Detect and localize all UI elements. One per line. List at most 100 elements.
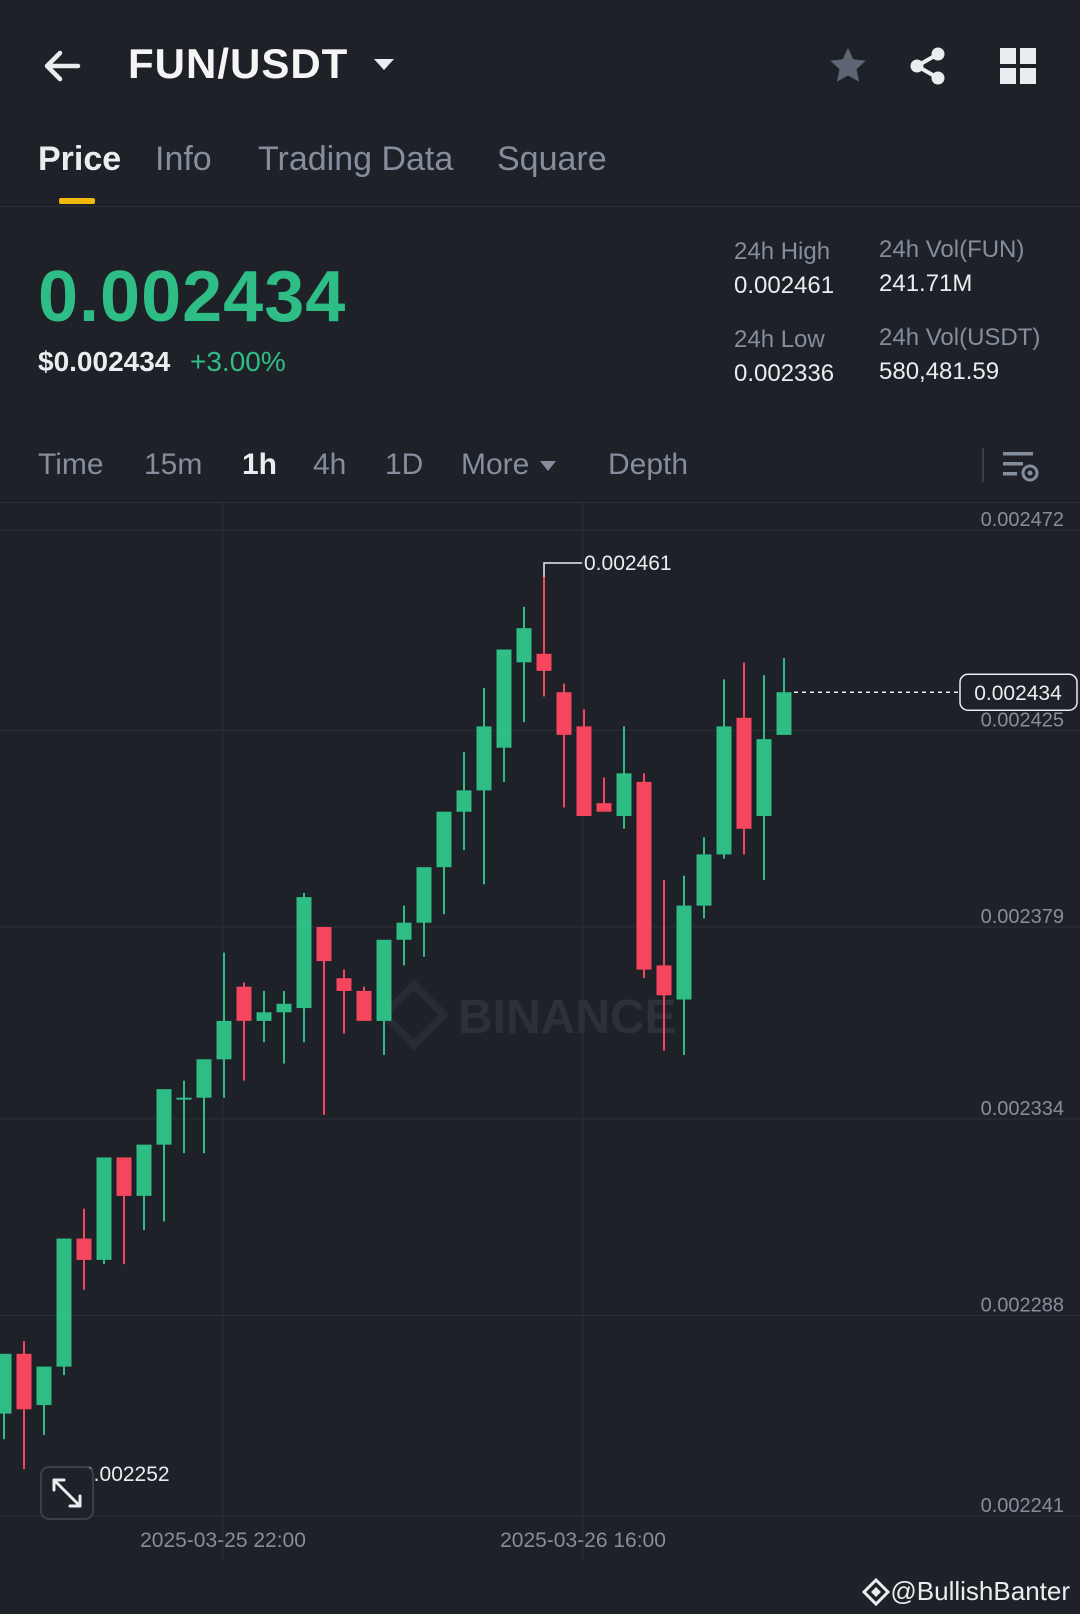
tab-info[interactable]: Info: [155, 140, 212, 179]
candle: [636, 773, 652, 979]
candle: [316, 926, 332, 1115]
more-caret-icon[interactable]: [539, 460, 557, 472]
interval-4h[interactable]: 4h: [313, 448, 346, 482]
candle-body: [276, 1003, 292, 1013]
candle: [696, 837, 712, 919]
y-tick-label: 0.002379: [981, 906, 1064, 928]
vol-base-value: 241.71M: [879, 270, 973, 297]
candle: [676, 875, 692, 1056]
candle: [136, 1144, 152, 1231]
watermark-text: BINANCE: [458, 991, 677, 1044]
last-price-tag-label: 0.002434: [974, 682, 1062, 705]
candle: [116, 1157, 132, 1265]
y-tick-label: 0.002472: [981, 509, 1064, 531]
candle: [76, 1208, 92, 1290]
y-tick-label: 0.002334: [981, 1098, 1064, 1120]
candle-body: [136, 1144, 152, 1196]
candle-body: [476, 726, 492, 791]
tab-square[interactable]: Square: [497, 140, 607, 179]
chevron-down-icon[interactable]: [372, 56, 396, 72]
candle-body: [756, 739, 772, 816]
interval-more[interactable]: More: [461, 448, 529, 482]
candle: [56, 1238, 72, 1376]
price-change-percent: +3.00%: [190, 346, 286, 377]
candle-body: [656, 965, 672, 996]
candle-body: [96, 1157, 112, 1260]
vol-base-label: 24h Vol(FUN): [879, 236, 1025, 263]
expand-chart-icon[interactable]: [40, 1466, 94, 1520]
toolbar-divider: [982, 448, 984, 482]
candle: [476, 687, 492, 885]
candle-body: [576, 726, 592, 816]
candle: [516, 606, 532, 723]
candle: [596, 777, 612, 812]
active-tab-indicator: [59, 198, 95, 204]
trading-pair-title[interactable]: FUN/USDT: [128, 40, 348, 88]
candle-body: [536, 653, 552, 671]
tab-price[interactable]: Price: [38, 140, 121, 179]
high-marker-line: [543, 562, 582, 577]
candle-body: [736, 717, 752, 829]
y-tick-label: 0.002425: [981, 710, 1064, 732]
chart-settings-icon[interactable]: [1000, 446, 1040, 486]
candle: [556, 683, 572, 808]
tab-trading-data[interactable]: Trading Data: [258, 140, 453, 179]
low-label: 24h Low: [734, 326, 825, 353]
section-tabs: Price Info Trading Data Square: [0, 130, 1080, 207]
candle-body: [316, 926, 332, 962]
grid-menu-icon[interactable]: [996, 44, 1040, 88]
candle: [176, 1080, 192, 1154]
candle: [16, 1340, 32, 1470]
candle-body: [376, 939, 392, 1021]
candle-body: [36, 1366, 52, 1406]
vol-quote-label: 24h Vol(USDT): [879, 324, 1041, 351]
candle: [776, 658, 792, 735]
candle: [236, 982, 252, 1081]
candle: [196, 1059, 212, 1154]
favorite-star-icon[interactable]: [826, 44, 870, 88]
candle-body: [296, 897, 312, 1009]
candle-body: [236, 986, 252, 1021]
interval-time[interactable]: Time: [38, 448, 104, 482]
vol-quote-value: 580,481.59: [879, 358, 1000, 385]
candle-body: [216, 1020, 232, 1060]
usd-price: $0.002434: [38, 346, 171, 377]
low-annotation: 0.002252: [82, 1463, 170, 1486]
candle: [276, 990, 292, 1064]
interval-1h[interactable]: 1h: [242, 448, 277, 482]
x-tick-label: 2025-03-26 16:00: [500, 1529, 666, 1552]
candle-body: [636, 781, 652, 970]
candlestick-chart[interactable]: 0.002472 0.002425 0.002379 0.002334 0.002288…: [0, 503, 1080, 1583]
candle: [376, 939, 392, 1056]
candle-body: [516, 628, 532, 663]
low-value: 0.002336: [734, 360, 835, 387]
y-tick-label: 0.002288: [981, 1294, 1064, 1316]
candle-body: [496, 649, 512, 748]
interval-1d[interactable]: 1D: [385, 448, 423, 482]
last-price: 0.002434: [38, 257, 347, 337]
candle: [536, 576, 552, 697]
candle: [256, 990, 272, 1043]
interval-depth[interactable]: Depth: [608, 448, 688, 482]
candle: [36, 1366, 52, 1435]
candle: [576, 709, 592, 816]
candle-body: [456, 790, 472, 812]
candle: [396, 905, 412, 966]
candle-body: [76, 1238, 92, 1260]
candle: [436, 811, 452, 915]
candle: [616, 726, 632, 829]
candle-body: [696, 854, 712, 906]
candle: [356, 986, 372, 1021]
watermark: BINANCE: [378, 979, 677, 1051]
ticker-summary: 0.002434 $0.002434 +3.00% 24h High 0.002…: [0, 206, 1080, 426]
candle-body: [156, 1089, 172, 1145]
candle-body: [776, 692, 792, 735]
share-icon[interactable]: [906, 44, 950, 88]
candle: [0, 1353, 12, 1440]
back-arrow-icon[interactable]: [40, 44, 84, 88]
candle-body: [676, 905, 692, 1000]
candle-body: [176, 1097, 192, 1100]
interval-15m[interactable]: 15m: [144, 448, 202, 482]
candle-body: [336, 978, 352, 991]
candle-body: [0, 1353, 12, 1414]
